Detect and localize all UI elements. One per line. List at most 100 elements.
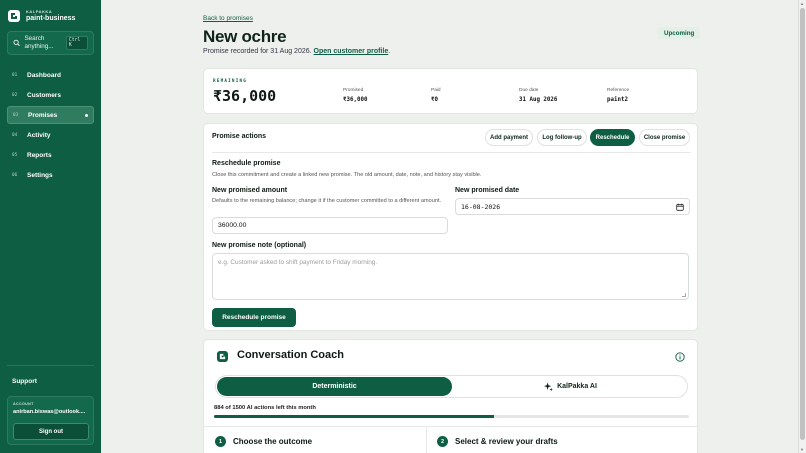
mode-deterministic[interactable]: Deterministic <box>217 377 452 396</box>
close-promise-button[interactable]: Close promise <box>639 129 690 146</box>
mode-ai-label: KalPakka AI <box>557 383 597 390</box>
ai-quota-text: 884 of 1500 AI actions left this month <box>214 405 316 411</box>
sidebar-item-customers[interactable]: 02 Customers <box>7 86 94 104</box>
steps-vertical-divider <box>426 426 427 453</box>
mode-kalpakka-ai[interactable]: KalPakka AI <box>454 377 687 396</box>
account-label: ACCOUNT <box>13 402 34 406</box>
note-label: New promise note (optional) <box>212 242 307 249</box>
steps-divider <box>204 426 699 427</box>
search-input[interactable]: Search anything... Ctrl K <box>7 31 94 55</box>
sidebar-item-activity[interactable]: 04 Activity <box>7 127 94 145</box>
brand-name: paint-business <box>26 15 76 22</box>
sidebar-divider <box>7 365 94 366</box>
step-choose-outcome: 1 Choose the outcome <box>215 436 312 447</box>
sidebar-item-reports[interactable]: 05 Reports <box>7 147 94 165</box>
date-label: New promised date <box>455 187 520 194</box>
nav-number: 04 <box>12 133 18 139</box>
sidebar-item-label: Customers <box>27 91 61 99</box>
subtitle-text: Promise recorded for 31 Aug 2026. <box>203 48 312 55</box>
amount-help-text: Defaults to the remaining balance; chang… <box>212 198 442 204</box>
sidebar-item-label: Reports <box>27 152 52 160</box>
actions-divider <box>212 152 691 153</box>
subtitle-suffix: . <box>388 48 391 55</box>
coach-logo-icon <box>217 351 228 362</box>
stat-value: ₹36,000 <box>343 97 368 103</box>
main-content: Back to promises New ochre Promise recor… <box>101 0 798 453</box>
page-subtitle: Promise recorded for 31 Aug 2026. Open c… <box>203 48 390 55</box>
reschedule-section-title: Reschedule promise <box>212 160 281 167</box>
amount-label: New promised amount <box>212 187 288 194</box>
stat-paid: Paid ₹0 <box>431 88 441 103</box>
nav-number: 02 <box>12 92 18 98</box>
remaining-value: ₹36,000 <box>213 87 277 105</box>
sidebar-item-dashboard[interactable]: 01 Dashboard <box>7 66 94 84</box>
add-payment-button[interactable]: Add payment <box>485 129 533 146</box>
ai-quota-fill <box>214 415 494 418</box>
brand-kicker: KALPAKKA <box>26 9 53 14</box>
step-label: Select & review your drafts <box>455 437 558 446</box>
status-badge: Upcoming <box>658 27 701 39</box>
brand[interactable]: KALPAKKA paint-business <box>8 9 75 22</box>
sidebar-item-label: Dashboard <box>27 71 61 79</box>
stat-reference: Reference paint2 <box>607 88 629 103</box>
sidebar-item-label: Promises <box>28 111 58 119</box>
search-icon <box>13 39 20 47</box>
note-textarea[interactable]: e.g. Customer asked to shift payment to … <box>212 253 689 300</box>
step-number: 1 <box>215 436 226 447</box>
stat-value: 31 Aug 2026 <box>519 97 558 103</box>
mode-toggle: Deterministic KalPakka AI <box>215 375 688 398</box>
step-review-drafts: 2 Select & review your drafts <box>437 436 558 447</box>
sign-out-button[interactable]: Sign out <box>13 423 89 440</box>
ai-quota-bar <box>214 415 689 418</box>
step-number: 2 <box>437 436 448 447</box>
stat-label: Paid <box>431 88 441 93</box>
nav-number: 06 <box>12 173 18 179</box>
customer-profile-link[interactable]: Open customer profile <box>314 48 389 55</box>
active-indicator-dot <box>85 113 88 117</box>
sparkle-icon <box>544 382 553 391</box>
stat-label: Reference <box>607 88 630 93</box>
sidebar-item-label: Activity <box>27 132 51 140</box>
date-input[interactable]: 16-08-2026 <box>455 198 690 215</box>
sidebar-item-settings[interactable]: 06 Settings <box>7 167 94 185</box>
resize-handle-icon[interactable] <box>682 293 686 297</box>
sidebar-item-label: Settings <box>27 172 53 180</box>
log-follow-up-button[interactable]: Log follow-up <box>537 129 587 146</box>
sidebar: KALPAKKA paint-business Search anything.… <box>0 0 101 453</box>
reschedule-help-text: Close this commitment and create a linke… <box>212 172 482 178</box>
note-placeholder: e.g. Customer asked to shift payment to … <box>218 259 378 266</box>
info-icon[interactable] <box>675 352 685 362</box>
nav-number: 03 <box>13 112 19 118</box>
scrollbar-thumb[interactable] <box>800 8 805 440</box>
brand-logo-icon <box>8 9 20 22</box>
remaining-label: REMAINING <box>213 79 248 84</box>
promise-actions-title: Promise actions <box>212 133 267 140</box>
page-title: New ochre <box>203 27 287 46</box>
stat-value: ₹0 <box>431 97 438 103</box>
step-label: Choose the outcome <box>233 437 313 446</box>
sidebar-item-promises[interactable]: 03 Promises <box>7 106 94 125</box>
calendar-icon[interactable] <box>676 203 684 211</box>
summary-card: REMAINING ₹36,000 Promised ₹36,000 Paid … <box>203 68 698 114</box>
scroll-down-icon[interactable]: ▼ <box>800 447 804 452</box>
scroll-up-icon[interactable]: ▲ <box>800 1 804 6</box>
sidebar-nav: 01 Dashboard 02 Customers 03 Promises 04… <box>7 66 94 187</box>
back-link[interactable]: Back to promises <box>203 15 253 22</box>
stat-due-date: Due date 31 Aug 2026 <box>519 88 557 103</box>
account-panel: ACCOUNT anirban.biswas@outlook.... Sign … <box>7 396 94 445</box>
page-scrollbar[interactable]: ▲ ▼ <box>798 0 806 453</box>
nav-number: 05 <box>12 153 18 159</box>
support-link[interactable]: Support <box>12 378 37 385</box>
account-email: anirban.biswas@outlook.... <box>13 409 86 415</box>
amount-input[interactable]: 36000.00 <box>212 217 448 234</box>
reschedule-promise-button[interactable]: Reschedule promise <box>212 308 296 327</box>
reschedule-button[interactable]: Reschedule <box>590 129 635 146</box>
nav-number: 01 <box>12 72 18 78</box>
search-shortcut: Ctrl K <box>65 36 88 50</box>
date-value: 16-08-2026 <box>461 202 501 211</box>
conversation-coach-card: Conversation Coach Deterministic KalPakk… <box>203 339 699 453</box>
stat-label: Promised <box>343 88 364 93</box>
stat-promised: Promised ₹36,000 <box>343 88 367 103</box>
stat-value: paint2 <box>607 97 628 103</box>
search-placeholder: Search anything... <box>24 35 54 50</box>
